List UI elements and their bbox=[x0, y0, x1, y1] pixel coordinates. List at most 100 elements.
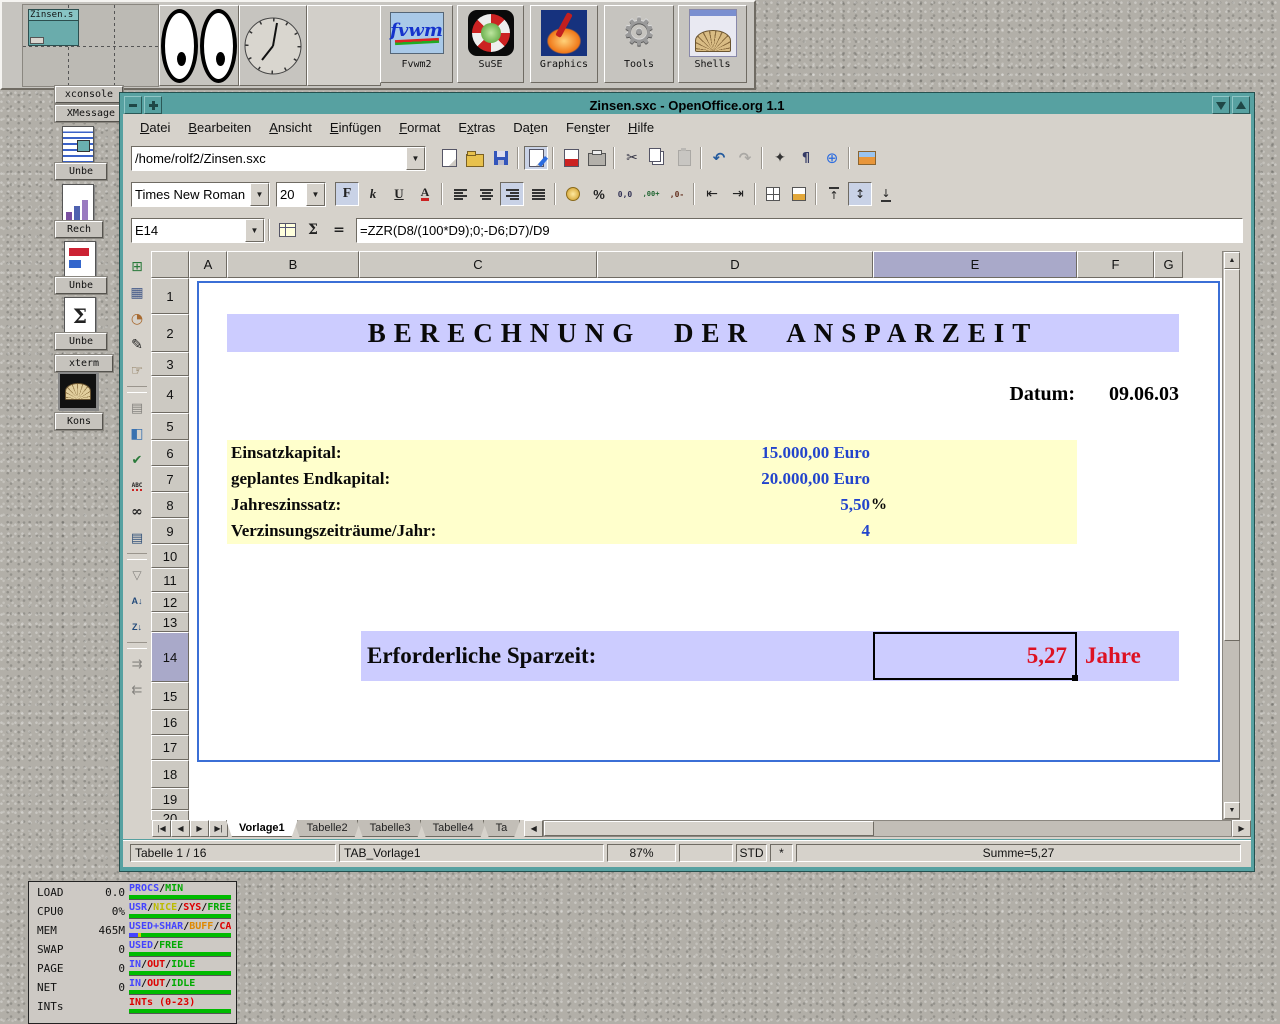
field-row-3[interactable]: Verzinsungszeiträume/Jahr:4 bbox=[227, 518, 1077, 544]
window-menu-button[interactable] bbox=[124, 96, 142, 114]
menu-item-datei[interactable]: Datei bbox=[131, 117, 179, 138]
align-center-button[interactable] bbox=[474, 182, 498, 206]
open-button[interactable] bbox=[463, 146, 487, 170]
row-header-12[interactable]: 12 bbox=[151, 592, 189, 612]
datum-value-cell[interactable]: 09.06.03 bbox=[1105, 376, 1179, 413]
row-header-19[interactable]: 19 bbox=[151, 788, 189, 810]
cell-reference-box[interactable]: ▼ bbox=[131, 218, 265, 243]
row-header-1[interactable]: 1 bbox=[151, 278, 189, 314]
row-header-5[interactable]: 5 bbox=[151, 413, 189, 440]
increase-indent-button[interactable] bbox=[726, 182, 750, 206]
last-sheet-button[interactable]: ▶| bbox=[209, 820, 228, 837]
row-header-13[interactable]: 13 bbox=[151, 612, 189, 632]
status-sum[interactable]: Summe=5,27 bbox=[796, 844, 1241, 862]
autoformat-button[interactable] bbox=[125, 396, 149, 420]
function-wizard-button[interactable] bbox=[275, 218, 299, 242]
selected-cell-e14[interactable]: 5,27 bbox=[873, 632, 1077, 680]
icon-label-xterm-6[interactable]: xterm bbox=[55, 355, 113, 372]
row-header-16[interactable]: 16 bbox=[151, 710, 189, 735]
sheet-tab-tabelle4[interactable]: Tabelle4 bbox=[420, 820, 487, 837]
align-left-button[interactable] bbox=[448, 182, 472, 206]
font-name-combobox[interactable]: ▼ bbox=[131, 182, 270, 207]
align-top-button[interactable] bbox=[822, 182, 846, 206]
redo-button[interactable] bbox=[733, 146, 757, 170]
first-sheet-button[interactable]: |◀ bbox=[152, 820, 171, 837]
cell-reference-input[interactable] bbox=[132, 219, 245, 242]
menu-item-daten[interactable]: Daten bbox=[504, 117, 557, 138]
column-header-b[interactable]: B bbox=[227, 251, 359, 278]
percent-button[interactable] bbox=[587, 182, 611, 206]
paste-button[interactable] bbox=[672, 146, 696, 170]
data-sources-button[interactable] bbox=[125, 526, 149, 550]
field-row-1[interactable]: geplantes Endkapital:20.000,00 Euro bbox=[227, 466, 1077, 492]
empty-panel-button[interactable] bbox=[307, 5, 381, 86]
standard-format-button[interactable] bbox=[613, 182, 637, 206]
sum-button[interactable] bbox=[301, 218, 325, 242]
scroll-down-button[interactable]: ▼ bbox=[1224, 802, 1240, 819]
impress-document-icon[interactable] bbox=[64, 241, 96, 279]
print-button[interactable] bbox=[585, 146, 609, 170]
row-header-7[interactable]: 7 bbox=[151, 466, 189, 492]
calc-document-icon[interactable] bbox=[62, 184, 94, 222]
insert-cells-button[interactable] bbox=[125, 281, 149, 305]
result-label-cell[interactable]: Erforderliche Sparzeit: bbox=[367, 631, 596, 681]
row-header-15[interactable]: 15 bbox=[151, 682, 189, 710]
align-bottom-button[interactable] bbox=[874, 182, 898, 206]
underline-button[interactable] bbox=[387, 182, 411, 206]
menu-item-einfgen[interactable]: Einfügen bbox=[321, 117, 390, 138]
remove-decimal-button[interactable] bbox=[665, 182, 689, 206]
hscroll-right-button[interactable]: ▶ bbox=[1232, 820, 1251, 837]
ungroup-button[interactable] bbox=[125, 678, 149, 702]
group-button[interactable] bbox=[125, 652, 149, 676]
row-header-10[interactable]: 10 bbox=[151, 544, 189, 568]
row-header-9[interactable]: 9 bbox=[151, 518, 189, 544]
bold-button[interactable] bbox=[335, 182, 359, 206]
insert-button[interactable] bbox=[125, 255, 149, 279]
undo-button[interactable] bbox=[707, 146, 731, 170]
row-header-3[interactable]: 3 bbox=[151, 352, 189, 376]
column-header-a[interactable]: A bbox=[189, 251, 227, 278]
font-name-dropdown-icon[interactable]: ▼ bbox=[250, 183, 269, 206]
auto-spellcheck-button[interactable] bbox=[125, 474, 149, 498]
row-header-4[interactable]: 4 bbox=[151, 376, 189, 413]
row-header-20[interactable]: 20 bbox=[151, 810, 189, 820]
xclock-applet[interactable] bbox=[239, 5, 307, 86]
row-header-8[interactable]: 8 bbox=[151, 492, 189, 518]
menu-item-fenster[interactable]: Fenster bbox=[557, 117, 619, 138]
align-right-button[interactable] bbox=[500, 182, 524, 206]
icon-label-unbe-5[interactable]: Unbe bbox=[55, 333, 107, 350]
panel-button-shells[interactable]: Shells bbox=[678, 5, 747, 83]
background-color-button[interactable] bbox=[787, 182, 811, 206]
navigator-button[interactable] bbox=[768, 146, 792, 170]
status-modified-flag[interactable]: * bbox=[770, 844, 793, 862]
status-insert-mode[interactable] bbox=[679, 844, 733, 862]
row-header-18[interactable]: 18 bbox=[151, 760, 189, 788]
save-button[interactable] bbox=[489, 146, 513, 170]
column-header-c[interactable]: C bbox=[359, 251, 597, 278]
xeyes-applet[interactable] bbox=[159, 5, 239, 86]
vertical-scroll-thumb[interactable] bbox=[1224, 269, 1240, 641]
function-button[interactable] bbox=[327, 218, 351, 242]
hscroll-left-button[interactable]: ◀ bbox=[524, 820, 543, 837]
row-header-2[interactable]: 2 bbox=[151, 314, 189, 352]
url-dropdown-icon[interactable]: ▼ bbox=[406, 147, 425, 170]
icon-label-kons-7[interactable]: Kons bbox=[55, 413, 103, 430]
field-row-2[interactable]: Jahreszinssatz:5,50% bbox=[227, 492, 1077, 518]
add-decimal-button[interactable] bbox=[639, 182, 663, 206]
pager-mini-window[interactable]: Zinsen.s bbox=[28, 9, 79, 46]
url-combobox[interactable]: ▼ bbox=[131, 146, 426, 171]
form-functions-button[interactable] bbox=[125, 359, 149, 383]
menu-item-hilfe[interactable]: Hilfe bbox=[619, 117, 663, 138]
draw-functions-button[interactable] bbox=[125, 333, 149, 357]
previous-sheet-button[interactable]: ◀ bbox=[171, 820, 190, 837]
align-vcenter-button[interactable] bbox=[848, 182, 872, 206]
icon-label-xmessage-1[interactable]: XMessage bbox=[55, 105, 127, 122]
panel-button-tools[interactable]: ⚙Tools bbox=[604, 5, 674, 83]
iconify-button[interactable] bbox=[1212, 96, 1230, 114]
panel-button-fvwm2[interactable]: fvwmFvwm2 bbox=[380, 5, 453, 83]
writer-document-icon[interactable] bbox=[62, 126, 94, 164]
input-field-block[interactable]: Einsatzkapital:15.000,00 Eurogeplantes E… bbox=[227, 440, 1077, 544]
icon-label-unbe-2[interactable]: Unbe bbox=[55, 163, 107, 180]
sheet-tab-ta[interactable]: Ta bbox=[483, 820, 521, 837]
stylist-button[interactable] bbox=[794, 146, 818, 170]
